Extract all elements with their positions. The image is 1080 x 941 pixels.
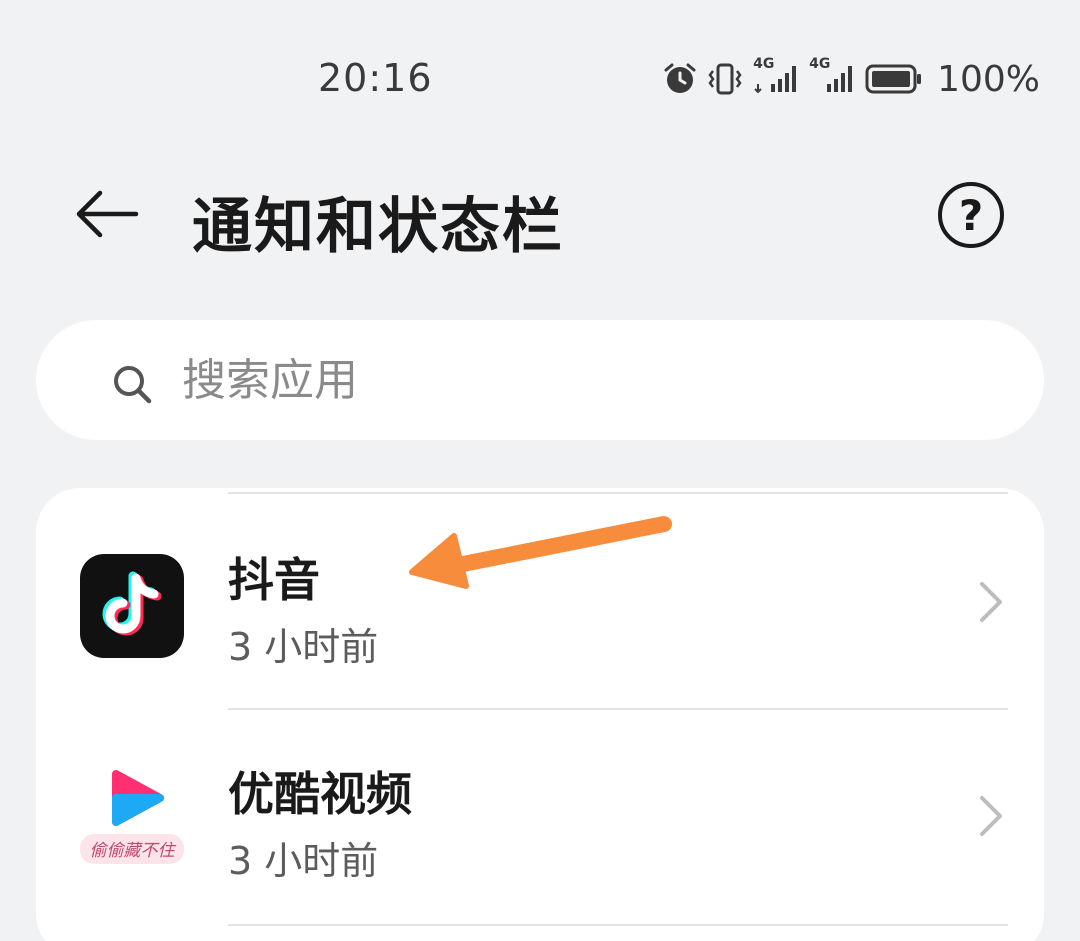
chevron-right-icon [980,582,1002,622]
search-bar[interactable] [36,320,1044,440]
help-button[interactable]: ? [938,182,1004,248]
app-last-notified: 3 小时前 [228,839,379,883]
status-icons: 4G 4G 100% [663,56,1040,102]
vibrate-icon [708,63,742,95]
app-list: 抖音 3 小时前 偷偷藏不住 优酷视频 3 小时前 [36,488,1044,941]
app-row-youku[interactable]: 偷偷藏不住 优酷视频 3 小时前 [36,710,1044,926]
signal-2: 4G [809,56,855,96]
page-title: 通知和状态栏 [192,192,564,262]
network-type-label: 4G [753,56,775,72]
youku-app-icon: 偷偷藏不住 [78,764,186,876]
battery-percent: 100% [937,58,1040,100]
signal-1: 4G [753,56,799,96]
search-icon [114,366,152,404]
search-input[interactable] [180,353,984,407]
app-name: 优酷视频 [228,767,412,821]
douyin-app-icon [80,554,184,658]
douyin-logo-icon [102,571,162,636]
app-last-notified: 3 小时前 [228,625,379,669]
list-divider [228,924,1008,926]
back-arrow-icon [76,190,139,238]
app-name: 抖音 [228,553,320,607]
status-time: 20:16 [318,56,433,100]
battery-icon [865,64,922,94]
youku-icon-caption: 偷偷藏不住 [89,841,175,861]
help-icon: ? [958,190,984,240]
chevron-right-icon [980,796,1002,836]
app-row-douyin[interactable]: 抖音 3 小时前 [36,492,1044,708]
notifications-screen: 20:16 4G 4G 100% 通知和状态栏 ? 搜索应用 抖音 3 小时前 … [0,0,1080,941]
network-type-label: 4G [809,56,831,72]
alarm-icon [664,63,696,93]
back-button[interactable] [72,184,142,244]
